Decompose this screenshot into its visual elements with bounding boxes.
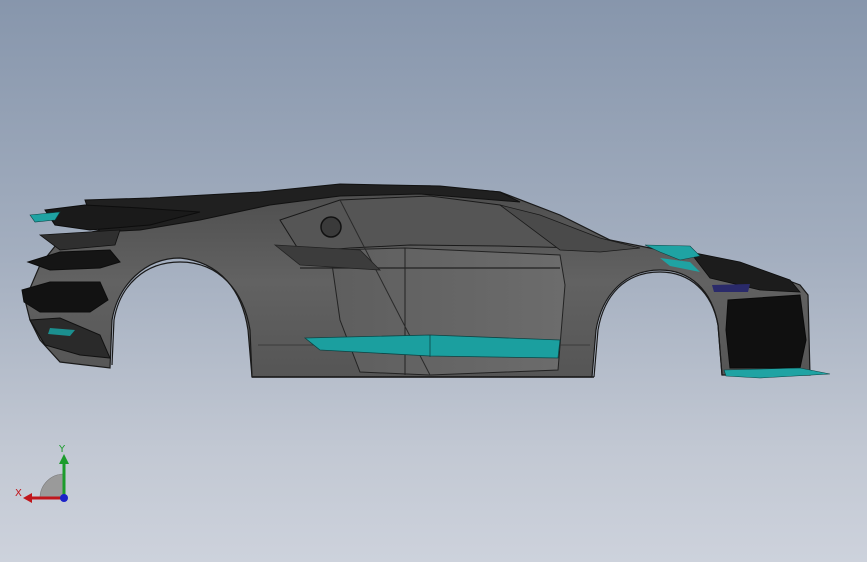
- car-body-model[interactable]: [0, 0, 867, 562]
- fuel-cap: [320, 216, 342, 238]
- z-axis-dot: [60, 494, 68, 502]
- y-axis-label: Y: [58, 444, 66, 455]
- graphics-viewport[interactable]: Y X: [0, 0, 867, 562]
- rear-vent-low: [21, 281, 109, 313]
- front-intake: [725, 294, 807, 369]
- x-axis-label: X: [15, 488, 22, 499]
- coordinate-triad: Y X: [15, 444, 69, 503]
